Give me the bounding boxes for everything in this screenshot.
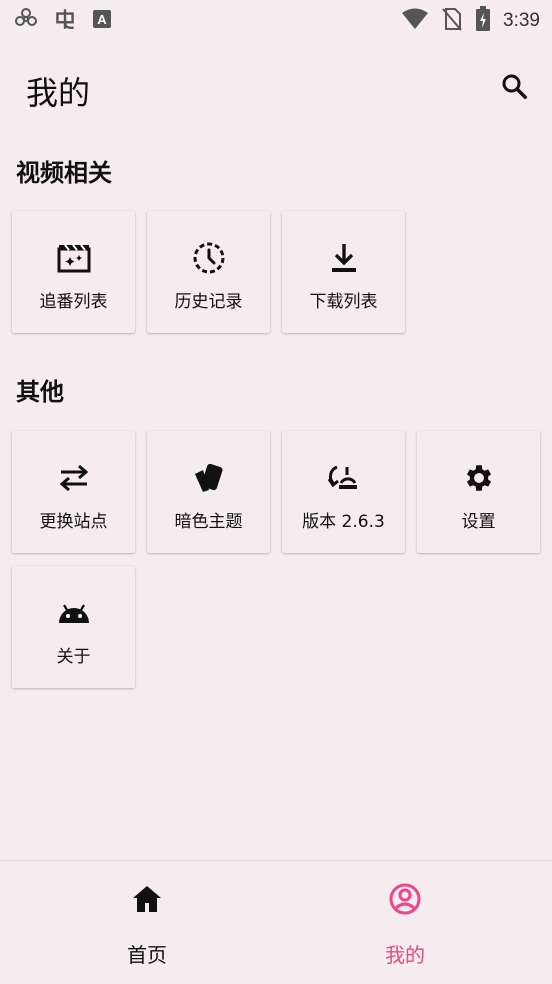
nav-label: 我的: [385, 943, 425, 967]
section-title-other: 其他: [16, 378, 64, 406]
bug-icon: [52, 6, 78, 36]
card-label: 历史记录: [174, 292, 243, 312]
card-follow-list[interactable]: 追番列表: [12, 211, 135, 333]
card-label: 下载列表: [309, 292, 378, 312]
card-downloads[interactable]: 下载列表: [282, 211, 405, 333]
card-version[interactable]: 版本 2.6.3: [282, 431, 405, 553]
app-bar: 我的: [0, 48, 552, 128]
card-label: 更换站点: [39, 512, 108, 532]
card-label: 版本 2.6.3: [302, 512, 385, 532]
section-title-video: 视频相关: [16, 159, 112, 187]
wifi-icon: [401, 8, 429, 34]
account-circle-icon: [387, 881, 423, 917]
theme-cards-icon: [192, 461, 226, 495]
font-a-icon: A: [92, 9, 112, 33]
card-label: 追番列表: [39, 292, 108, 312]
no-sim-icon: [441, 7, 463, 35]
movie-sparkle-icon: [57, 241, 91, 275]
card-about[interactable]: 关于: [12, 566, 135, 688]
android-icon: [57, 596, 91, 630]
page-title: 我的: [26, 74, 91, 112]
card-change-site[interactable]: 更换站点: [12, 431, 135, 553]
swap-arrows-icon: [57, 461, 91, 495]
battery-charging-icon: [475, 6, 491, 36]
nav-mine[interactable]: 我的: [267, 861, 543, 984]
bottom-navigation: 首页 我的: [0, 860, 552, 984]
gear-icon: [462, 461, 496, 495]
flower-icon: [14, 7, 38, 35]
status-bar: A 3:39: [0, 0, 552, 40]
card-label: 暗色主题: [174, 512, 243, 532]
card-label: 关于: [56, 647, 91, 667]
home-icon: [129, 881, 165, 917]
search-icon: [499, 71, 529, 105]
svg-text:A: A: [97, 12, 107, 27]
clock: 3:39: [503, 10, 540, 31]
update-icon: [327, 461, 361, 495]
nav-home[interactable]: 首页: [9, 861, 285, 984]
card-label: 设置: [461, 512, 496, 532]
history-clock-icon: [192, 241, 226, 275]
card-settings[interactable]: 设置: [417, 431, 540, 553]
nav-label: 首页: [127, 943, 167, 967]
card-dark-theme[interactable]: 暗色主题: [147, 431, 270, 553]
card-history[interactable]: 历史记录: [147, 211, 270, 333]
search-button[interactable]: [494, 68, 534, 108]
download-icon: [327, 241, 361, 275]
